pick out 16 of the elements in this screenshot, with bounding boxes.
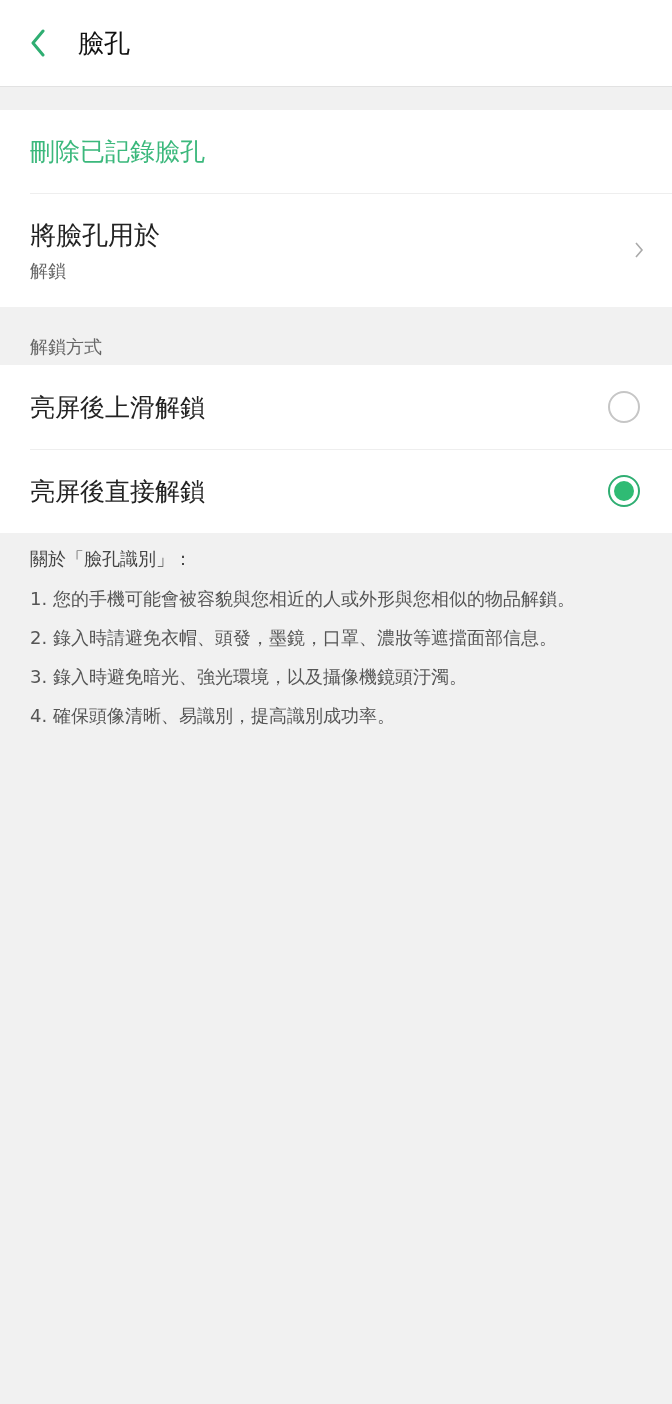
note-text: 3. 錄入時避免暗光、強光環境，以及攝像機鏡頭汙濁。 — [30, 665, 468, 689]
section-header: 解鎖方式 — [29, 335, 103, 359]
item-value: 解鎖 — [30, 258, 67, 283]
note-text: 2. 錄入時請避免衣帽、頭發，墨鏡，口罩、濃妝等遮擋面部信息。 — [30, 626, 558, 650]
settings-item[interactable]: 將臉孔用於 解鎖 — [0, 193, 672, 307]
notes-heading: 關於「臉孔識別」： — [30, 547, 193, 571]
note-text: 1. 您的手機可能會被容貌與您相近的人或外形與您相似的物品解鎖。 — [30, 587, 576, 611]
page-title: 臉孔 — [78, 26, 130, 60]
back-icon[interactable] — [30, 29, 46, 57]
note-text: 4. 確保頭像清晰、易識別，提高識別成功率。 — [30, 704, 396, 728]
radio-option[interactable]: 亮屏後直接解鎖 — [0, 449, 672, 533]
item-title: 將臉孔用於 — [30, 218, 160, 252]
radio-option[interactable]: 亮屏後上滑解鎖 — [0, 365, 672, 449]
radio-button[interactable] — [608, 391, 640, 423]
radio-button[interactable] — [608, 475, 640, 507]
chevron-icon[interactable] — [634, 241, 644, 259]
